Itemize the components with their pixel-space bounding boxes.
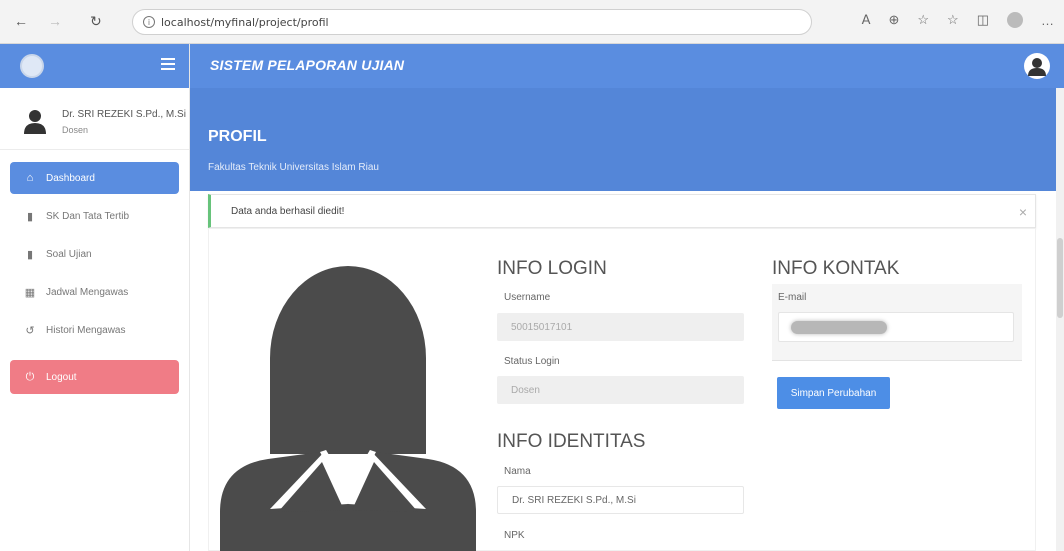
user-name: Dr. SRI REZEKI S.Pd., M.Si: [62, 109, 186, 120]
refresh-icon[interactable]: ↻: [90, 13, 102, 30]
profile-photo: [220, 266, 476, 551]
sidebar-item-dashboard[interactable]: ⌂ Dashboard: [10, 162, 179, 194]
app-header: SISTEM PELAPORAN UJIAN: [190, 44, 1064, 88]
page-hero: PROFIL Fakultas Teknik Universitas Islam…: [190, 88, 1064, 191]
email-field[interactable]: [778, 312, 1014, 342]
sidebar-menu: ⌂ Dashboard ▮ SK Dan Tata Tertib ▮ Soal …: [0, 150, 189, 394]
user-panel: Dr. SRI REZEKI S.Pd., M.Si Dosen: [0, 88, 189, 150]
redacted-email: [791, 321, 887, 334]
scrollbar-thumb[interactable]: [1057, 238, 1063, 318]
sidebar-item-label: Dashboard: [46, 172, 95, 184]
sidebar-item-label: Histori Mengawas: [46, 324, 126, 336]
logout-button[interactable]: ⏻ Logout: [10, 360, 179, 394]
close-icon[interactable]: ×: [1015, 204, 1031, 220]
sidebar-item-label: SK Dan Tata Tertib: [46, 210, 130, 222]
page-title: PROFIL: [208, 128, 267, 145]
nama-label: Nama: [504, 466, 531, 477]
username-label: Username: [504, 292, 551, 303]
status-login-label: Status Login: [504, 356, 560, 367]
browser-tools: ꓮ ⊕ ☆ ☆ ◫ …: [862, 12, 1054, 28]
arrow-right-icon[interactable]: →: [48, 13, 62, 29]
zoom-icon[interactable]: ⊕: [888, 12, 899, 28]
collections-icon[interactable]: ◫: [977, 12, 989, 28]
power-icon: ⏻: [25, 370, 35, 383]
sidebar-header: [0, 44, 189, 88]
university-logo: [20, 54, 44, 78]
success-alert: Data anda berhasil diedit! ×: [208, 194, 1036, 228]
app-title: SISTEM PELAPORAN UJIAN: [210, 57, 405, 73]
sidebar-item-label: Soal Ujian: [46, 248, 92, 260]
favorites-list-icon[interactable]: ☆: [947, 12, 959, 28]
read-aloud-icon[interactable]: ꓮ: [862, 12, 871, 28]
sidebar-item-jadwal-mengawas[interactable]: ▦ Jadwal Mengawas: [10, 276, 179, 308]
sidebar-item-histori-mengawas[interactable]: ↺ Histori Mengawas: [10, 314, 179, 346]
home-icon: ⌂: [26, 172, 34, 184]
history-icon: ↺: [25, 324, 35, 337]
user-avatar-icon: [24, 110, 46, 134]
favorite-icon[interactable]: ☆: [917, 12, 929, 28]
page-subtitle: Fakultas Teknik Universitas Islam Riau: [208, 162, 379, 173]
info-identitas-heading: INFO IDENTITAS: [497, 431, 646, 452]
more-icon[interactable]: …: [1041, 13, 1054, 28]
alert-message: Data anda berhasil diedit!: [231, 206, 345, 217]
info-login-heading: INFO LOGIN: [497, 258, 607, 279]
sidebar: Dr. SRI REZEKI S.Pd., M.Si Dosen ⌂ Dashb…: [0, 44, 190, 551]
user-menu-icon[interactable]: [1024, 53, 1050, 79]
profile-icon[interactable]: [1007, 12, 1023, 28]
address-bar[interactable]: i localhost/myfinal/project/profil: [132, 9, 812, 35]
logout-label: Logout: [46, 371, 77, 383]
status-login-field[interactable]: Dosen: [497, 376, 744, 404]
sidebar-item-sk-tata-tertib[interactable]: ▮ SK Dan Tata Tertib: [10, 200, 179, 232]
info-kontak-heading: INFO KONTAK: [772, 258, 900, 279]
arrow-left-icon[interactable]: ←: [14, 13, 28, 29]
email-label: E-mail: [778, 292, 807, 303]
divider: [772, 360, 1022, 361]
sidebar-item-soal-ujian[interactable]: ▮ Soal Ujian: [10, 238, 179, 270]
browser-toolbar: ← → ↻ i localhost/myfinal/project/profil…: [0, 0, 1064, 44]
file-icon: ▮: [26, 248, 34, 261]
npk-label: NPK: [504, 530, 525, 541]
sidebar-item-label: Jadwal Mengawas: [46, 286, 129, 298]
info-icon[interactable]: i: [143, 16, 155, 28]
username-field[interactable]: 50015017101: [497, 313, 744, 341]
email-group: E-mail: [772, 284, 1022, 360]
scrollbar[interactable]: [1056, 88, 1064, 551]
save-changes-button[interactable]: Simpan Perubahan: [777, 377, 890, 409]
menu-toggle-icon[interactable]: [161, 58, 175, 70]
nama-field[interactable]: Dr. SRI REZEKI S.Pd., M.Si: [497, 486, 744, 514]
calendar-icon: ▦: [24, 286, 36, 299]
url-text: localhost/myfinal/project/profil: [161, 15, 329, 29]
user-role: Dosen: [62, 125, 89, 135]
file-icon: ▮: [26, 210, 34, 223]
